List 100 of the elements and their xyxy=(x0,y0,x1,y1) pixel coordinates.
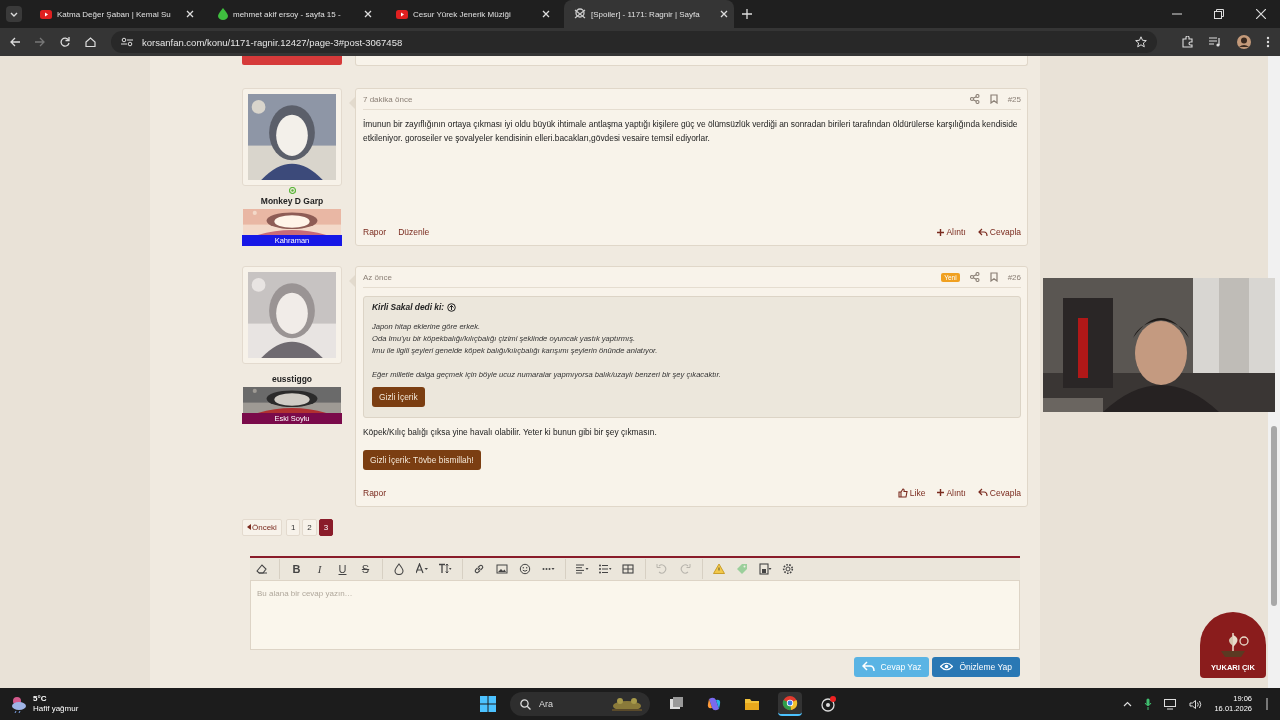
post-time[interactable]: 7 dakika önce xyxy=(363,94,413,104)
post-text: İmunun bir zayıflığının ortaya çıkması iyi oldu büyük ihtimale antlaşma yaptığı kişilere güç ve ölümsüzlük verdiği an sonradan birileri tarafından öldürülerse karşılığında kendiside etkileniyor. goroseiler ve şovalyeler kendisinin elleri.bacakları,gövdesi vesaire temsil ediyorlar. xyxy=(363,118,1019,145)
media-icon[interactable] xyxy=(1209,37,1222,47)
browser-tab[interactable]: [Spoiler] - 1171: Ragnir | Sayfa xyxy=(564,0,734,28)
reply-field[interactable]: Bu alana bir cevap yazın… xyxy=(250,579,1020,650)
plus-icon xyxy=(937,489,945,496)
search-field[interactable]: Ara xyxy=(510,692,650,716)
post-number[interactable]: #25 xyxy=(1007,94,1021,104)
volume-icon[interactable] xyxy=(1189,698,1203,710)
list-icon[interactable] xyxy=(599,562,612,575)
microphone-icon[interactable] xyxy=(1144,698,1153,710)
strike-button[interactable]: S xyxy=(359,562,372,575)
page-link[interactable]: 1 xyxy=(285,518,301,536)
username[interactable]: eusstiggo xyxy=(271,374,313,384)
close-icon[interactable] xyxy=(542,10,550,18)
restore-icon[interactable] xyxy=(1214,9,1224,19)
close-icon[interactable] xyxy=(186,10,194,18)
extensions-icon[interactable] xyxy=(1182,36,1194,48)
bookmark-icon[interactable] xyxy=(989,272,998,282)
new-tab-icon[interactable] xyxy=(742,9,752,19)
reply-arrow-icon xyxy=(977,227,988,237)
post-action-link[interactable]: Rapor xyxy=(363,487,387,498)
browser-tab[interactable]: Katma Değer Şaban | Kemal Su xyxy=(30,0,200,28)
close-icon[interactable] xyxy=(364,10,372,18)
url-text: korsanfan.com/konu/1171-ragnir.12427/page-3#post-3067458 xyxy=(142,36,403,48)
reply-arrow-icon xyxy=(861,661,875,672)
close-icon[interactable] xyxy=(1256,9,1266,19)
align-icon[interactable] xyxy=(576,562,589,575)
bookmark-icon[interactable] xyxy=(989,94,998,104)
like-link[interactable]: Like xyxy=(897,487,926,498)
network-icon[interactable] xyxy=(1164,698,1178,710)
caret-left-icon xyxy=(247,524,251,530)
quote-author[interactable]: Kirli Sakal dedi ki: xyxy=(372,302,445,312)
close-icon[interactable] xyxy=(720,10,728,18)
skull-icon xyxy=(574,8,586,20)
weather-text[interactable]: Hafif yağmur xyxy=(33,704,79,714)
share-icon[interactable] xyxy=(969,94,980,104)
browser-tab[interactable]: Cesur Yürek Jenerik Müziği xyxy=(386,0,556,28)
text-height-icon[interactable] xyxy=(439,562,452,575)
drop-icon[interactable] xyxy=(393,562,406,575)
floppy-icon[interactable] xyxy=(759,562,772,575)
previous-page-link[interactable]: Önceki xyxy=(242,518,282,536)
post-action-link[interactable]: Rapor xyxy=(363,227,387,237)
eye-icon xyxy=(940,662,954,671)
reload-icon[interactable] xyxy=(60,37,70,47)
tab-title: Cesur Yürek Jenerik Müziği xyxy=(413,9,512,19)
video-icon xyxy=(396,9,408,19)
back-icon[interactable] xyxy=(10,37,20,47)
search-input[interactable]: Ara xyxy=(537,698,604,710)
folder-icon xyxy=(744,696,760,712)
italic-button[interactable]: I xyxy=(313,562,326,575)
file-explorer-icon xyxy=(668,696,684,712)
quote-link[interactable]: Alıntı xyxy=(937,227,966,237)
reply-arrow-icon xyxy=(977,488,988,497)
post-number[interactable]: #26 xyxy=(1007,272,1021,282)
drop-icon xyxy=(218,8,228,20)
home-icon[interactable] xyxy=(85,37,96,47)
up-arrow-circle-icon[interactable] xyxy=(447,302,457,312)
font-size-icon[interactable] xyxy=(416,562,429,575)
settings-icon[interactable] xyxy=(782,562,795,575)
thumbs-up-icon xyxy=(897,487,908,498)
page-link[interactable]: 3 xyxy=(318,518,334,536)
menu-icon[interactable] xyxy=(1266,36,1270,48)
smiley-icon[interactable] xyxy=(519,562,532,575)
spoiler-button[interactable]: Gizli İçerik xyxy=(372,387,425,407)
video-icon xyxy=(40,9,52,19)
browser-tab[interactable]: mehmet akif ersoy - sayfa 15 - xyxy=(208,0,378,28)
copilot-icon xyxy=(706,696,722,712)
plus-icon xyxy=(937,228,945,236)
bold-button[interactable]: B xyxy=(290,562,303,575)
post-action-link[interactable]: Düzenle xyxy=(398,227,430,237)
profile-avatar-icon[interactable] xyxy=(1237,35,1251,49)
taskbar-app[interactable] xyxy=(778,692,802,716)
forward-icon[interactable] xyxy=(35,37,45,47)
eraser-icon[interactable] xyxy=(256,562,269,575)
table-icon[interactable] xyxy=(622,562,635,575)
reply-link[interactable]: Cevapla xyxy=(977,227,1021,237)
share-icon[interactable] xyxy=(969,272,980,282)
tab-title: Katma Değer Şaban | Kemal Su xyxy=(57,9,172,19)
username[interactable]: Monkey D Garp xyxy=(260,196,324,206)
tab-search-icon[interactable] xyxy=(6,6,22,22)
address-bar[interactable]: korsanfan.com/konu/1171-ragnir.12427/page-3#post-3067458 xyxy=(111,31,1157,53)
quote-link[interactable]: Alıntı xyxy=(937,487,966,498)
post-time[interactable]: Az önce xyxy=(363,272,392,282)
page-link[interactable]: 2 xyxy=(302,518,317,536)
spoiler-button[interactable]: Gizli İçerik: Tövbe bismillah! xyxy=(363,449,481,470)
preview-button[interactable]: Önizleme Yap xyxy=(932,656,1020,677)
temperature-text[interactable]: 5°C xyxy=(33,694,79,704)
search-icon xyxy=(520,698,531,710)
star-icon[interactable] xyxy=(1135,36,1147,48)
start-icon[interactable] xyxy=(480,696,496,712)
site-settings-icon xyxy=(121,37,133,47)
tab-title: mehmet akif ersoy - sayfa 15 - xyxy=(233,9,342,19)
tab-title: [Spoiler] - 1171: Ragnir | Sayfa xyxy=(591,9,701,19)
underline-button[interactable]: U xyxy=(336,562,349,575)
link-icon[interactable] xyxy=(473,562,486,575)
chevron-up-icon[interactable] xyxy=(1123,701,1133,707)
scrollbar-thumb[interactable] xyxy=(1271,426,1277,606)
image-icon[interactable] xyxy=(496,562,509,575)
reply-link[interactable]: Cevapla xyxy=(977,487,1021,498)
